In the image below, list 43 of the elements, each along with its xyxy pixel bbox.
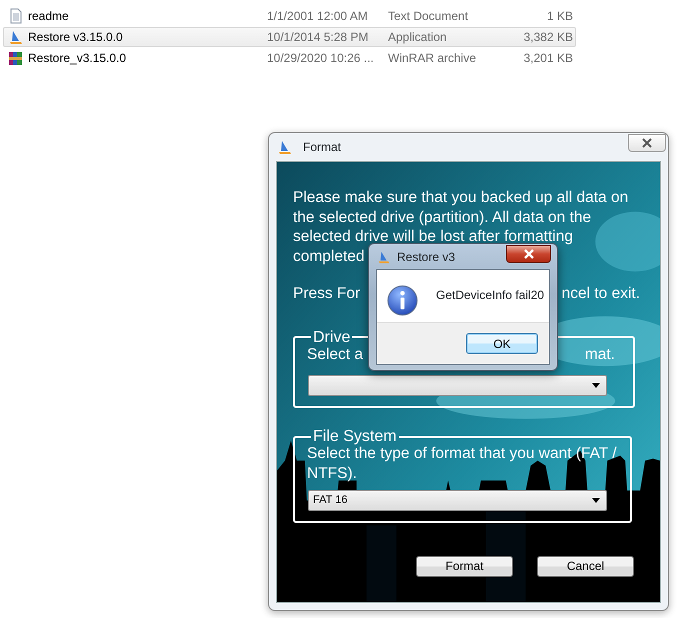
dialog-title: Restore v3 [397, 248, 456, 266]
file-row[interactable]: readme 1/1/2001 12:00 AM Text Document 1 KB [3, 6, 576, 26]
file-system-hint: Select the type of format that you want (FAT / NTFS). [307, 444, 618, 483]
instruction-text: ncel to exit. [562, 284, 640, 304]
caret-icon [592, 498, 600, 503]
group-title: File System [312, 427, 398, 446]
file-size: 1 KB [546, 8, 573, 25]
warning-text: the selected drive (partition). All data on the [293, 208, 592, 227]
file-date: 1/1/2001 12:00 AM [267, 8, 369, 25]
file-type: WinRAR archive [388, 50, 478, 67]
warning-text: completed [293, 246, 365, 266]
archive-icon [8, 50, 24, 66]
file-row[interactable]: Restore v3.15.0.0 10/1/2014 5:28 PM Application 3,382 KB [3, 27, 576, 47]
file-type: Text Document [388, 8, 470, 25]
warning-text: selected drive will be lost after formatting [293, 227, 573, 246]
file-date: 10/1/2014 5:28 PM [267, 29, 370, 46]
cancel-button[interactable]: Cancel [537, 556, 634, 577]
window-title: Format [303, 139, 342, 156]
file-type: Application [388, 29, 448, 46]
group-title: Drive [312, 328, 352, 346]
close-button[interactable] [628, 134, 666, 152]
file-size: 3,382 KB [522, 29, 573, 46]
close-icon [522, 249, 534, 259]
dialog-message: GetDeviceInfo fail20 [436, 287, 544, 304]
instruction-text: Press For [293, 284, 360, 304]
caret-icon [592, 383, 600, 388]
close-button[interactable] [506, 245, 551, 263]
file-name: Restore_v3.15.0.0 [28, 50, 128, 67]
drive-hint: mat. [584, 344, 615, 364]
warning-text: Please make sure that you backed up all data on [293, 188, 628, 208]
file-name: Restore v3.15.0.0 [28, 29, 124, 46]
file-name: readme [28, 8, 70, 25]
document-icon [8, 8, 24, 24]
info-icon [387, 285, 418, 316]
format-button[interactable]: Format [416, 556, 513, 577]
file-size: 3,201 KB [522, 50, 573, 67]
ok-button[interactable]: OK [466, 333, 538, 354]
file-date: 10/29/2020 10:26 ... [267, 50, 375, 67]
close-icon [641, 138, 653, 148]
drive-hint: Select a [307, 344, 364, 364]
drive-dropdown[interactable] [308, 375, 607, 396]
file-system-dropdown[interactable]: FAT 16 [308, 490, 607, 511]
file-row[interactable]: Restore_v3.15.0.0 10/29/2020 10:26 ... WinRAR archive 3,201 KB [3, 48, 576, 68]
